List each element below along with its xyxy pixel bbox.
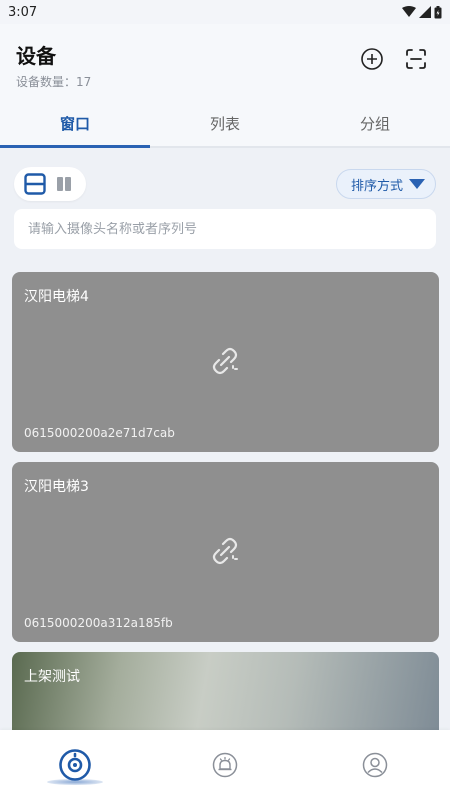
status-bar: 3:07 [0,0,450,24]
battery-icon [434,5,442,18]
bottom-nav [0,730,450,800]
header: 设备 设备数量：17 [0,24,450,102]
device-serial: 0615000200a2e71d7cab [24,426,175,440]
device-count: 设备数量：17 [16,75,92,89]
broken-link-icon [212,537,238,565]
scan-icon [406,49,426,69]
search-box [14,209,436,249]
tab-list[interactable]: 列表 [150,102,300,146]
layout-toggle [14,167,86,201]
device-name: 上架测试 [24,669,80,685]
alarm-icon [212,752,238,778]
nav-devices[interactable] [0,730,150,800]
broken-link-icon [212,347,238,375]
search-input[interactable] [28,221,422,237]
single-column-layout-icon[interactable] [24,173,46,195]
device-name: 汉阳电梯4 [24,289,89,305]
sort-button[interactable]: 排序方式 [335,169,436,199]
wifi-icon [402,6,416,17]
profile-icon [362,752,388,778]
toolbar: 排序方式 [14,167,436,201]
nav-alarms[interactable] [150,730,300,800]
device-serial: 0615000200a312a185fb [24,616,173,630]
scan-button[interactable] [403,46,429,72]
sort-label: 排序方式 [350,178,403,194]
device-card[interactable]: 汉阳电梯4 0615000200a2e71d7cab [12,272,439,452]
tab-group[interactable]: 分组 [300,102,450,146]
nav-profile[interactable] [300,730,450,800]
status-icons [402,5,442,19]
add-circle-icon [361,48,383,70]
page-title: 设备 [16,44,56,68]
view-tabs: 窗口 列表 分组 [0,102,450,148]
device-name: 汉阳电梯3 [24,479,89,495]
two-column-layout-icon[interactable] [56,176,72,192]
device-card[interactable]: 汉阳电梯3 0615000200a312a185fb [12,462,439,642]
tab-window[interactable]: 窗口 [0,102,150,148]
add-device-button[interactable] [359,46,385,72]
camera-icon [59,749,91,781]
device-card[interactable]: 上架测试 [12,652,439,730]
caret-down-icon [409,179,425,189]
status-time: 3:07 [8,4,38,20]
signal-icon [419,6,431,18]
